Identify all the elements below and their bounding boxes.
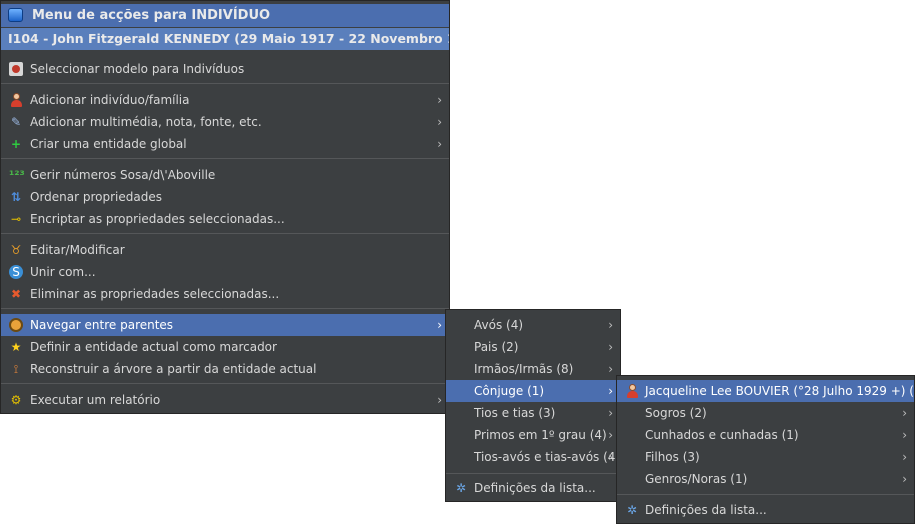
menu-item-first-cousins[interactable]: Primos em 1º grau (4) ›: [446, 424, 620, 446]
separator: [1, 83, 449, 84]
menu-item-in-laws[interactable]: Sogros (2) ›: [617, 402, 914, 424]
menu-item-set-bookmark[interactable]: ★ Definir a entidade actual como marcado…: [1, 336, 449, 358]
submenu-spouse: Jacqueline Lee BOUVIER (°28 Julho 1929 +…: [616, 375, 915, 524]
chevron-right-icon: ›: [437, 393, 442, 407]
menu-item-merge[interactable]: S Unir com...: [1, 261, 449, 283]
sosa-numbers-icon: ¹²³: [9, 168, 25, 182]
chevron-right-icon: ›: [437, 115, 442, 129]
plus-icon: +: [10, 137, 22, 151]
context-menu-individual: Menu de acções para INDIVÍDUO I104 - Joh…: [0, 0, 450, 414]
menu-item-children-in-law[interactable]: Genros/Noras (1) ›: [617, 468, 914, 490]
menu-item-manage-sosa[interactable]: ¹²³ Gerir números Sosa/d\'Aboville: [1, 164, 449, 186]
menu-item-run-report[interactable]: ⚙ Executar um relatório ›: [1, 389, 449, 411]
person-icon: [625, 384, 639, 398]
key-icon: ⊸: [10, 212, 22, 226]
app-icon: [8, 8, 23, 22]
menu-item-parents[interactable]: Pais (2) ›: [446, 336, 620, 358]
star-icon: ★: [10, 340, 22, 354]
navigate-icon: [9, 318, 23, 332]
chevron-right-icon: ›: [608, 384, 613, 398]
menu-item-add-individual-family[interactable]: Adicionar indivíduo/família ›: [1, 89, 449, 111]
menu-item-navigate-relatives[interactable]: Navegar entre parentes ›: [1, 314, 449, 336]
tree-icon: ⟟: [13, 362, 19, 376]
chevron-right-icon: ›: [608, 362, 613, 376]
menu-item-spouse[interactable]: Cônjuge (1) ›: [446, 380, 620, 402]
menu-item-delete-properties[interactable]: ✖ Eliminar as propriedades seleccionadas…: [1, 283, 449, 305]
separator: [617, 494, 914, 495]
menu-item-great-uncles-aunts[interactable]: Tios-avós e tias-avós (4) ›: [446, 446, 620, 468]
separator: [446, 473, 620, 474]
chevron-right-icon: ›: [437, 318, 442, 332]
sort-icon: ⇅: [10, 190, 22, 204]
menu-item-select-model[interactable]: Seleccionar modelo para Indivíduos: [1, 58, 449, 80]
person-icon: [9, 93, 23, 107]
menu-item-rebuild-tree[interactable]: ⟟ Reconstruir a árvore a partir da entid…: [1, 358, 449, 380]
chevron-right-icon: ›: [608, 318, 613, 332]
separator: [1, 233, 449, 234]
menu-item-children[interactable]: Filhos (3) ›: [617, 446, 914, 468]
chevron-right-icon: ›: [902, 406, 907, 420]
media-icon: ✎: [10, 115, 22, 129]
separator: [1, 383, 449, 384]
menu-item-edit[interactable]: ♉ Editar/Modificar: [1, 239, 449, 261]
separator: [1, 158, 449, 159]
menu-item-create-global-entity[interactable]: + Criar uma entidade global ›: [1, 133, 449, 155]
edit-icon: ♉: [10, 243, 22, 257]
separator: [1, 308, 449, 309]
chevron-right-icon: ›: [608, 406, 613, 420]
menu-title: Menu de acções para INDIVÍDUO: [1, 4, 449, 27]
menu-item-grandparents[interactable]: Avós (4) ›: [446, 314, 620, 336]
submenu-relatives: Avós (4) › Pais (2) › Irmãos/Irmãs (8) ›…: [445, 309, 621, 502]
menu-item-add-multimedia[interactable]: ✎ Adicionar multimédia, nota, fonte, etc…: [1, 111, 449, 133]
menu-item-sort-properties[interactable]: ⇅ Ordenar propriedades: [1, 186, 449, 208]
menu-item-uncles-aunts[interactable]: Tios e tias (3) ›: [446, 402, 620, 424]
delete-icon: ✖: [10, 287, 22, 301]
model-icon: [9, 62, 23, 76]
menu-item-spouse-person[interactable]: Jacqueline Lee BOUVIER (°28 Julho 1929 +…: [617, 380, 915, 402]
menu-item-list-settings[interactable]: ✲ Definições da lista...: [446, 477, 620, 499]
chevron-right-icon: ›: [902, 428, 907, 442]
chevron-right-icon: ›: [902, 450, 907, 464]
chevron-right-icon: ›: [437, 137, 442, 151]
menu-item-siblings[interactable]: Irmãos/Irmãs (8) ›: [446, 358, 620, 380]
menu-item-siblings-in-law[interactable]: Cunhados e cunhadas (1) ›: [617, 424, 914, 446]
report-icon: ⚙: [10, 393, 22, 407]
chevron-right-icon: ›: [437, 93, 442, 107]
menu-item-list-settings[interactable]: ✲ Definições da lista...: [617, 499, 914, 521]
entity-header: I104 - John Fitzgerald KENNEDY (29 Maio …: [1, 28, 449, 50]
menu-item-encrypt-properties[interactable]: ⊸ Encriptar as propriedades seleccionada…: [1, 208, 449, 230]
chevron-right-icon: ›: [608, 428, 613, 442]
chevron-right-icon: ›: [608, 340, 613, 354]
merge-icon: S: [9, 265, 23, 279]
gear-icon: ✲: [626, 503, 638, 517]
gear-icon: ✲: [455, 481, 467, 495]
chevron-right-icon: ›: [608, 450, 613, 464]
chevron-right-icon: ›: [902, 472, 907, 486]
